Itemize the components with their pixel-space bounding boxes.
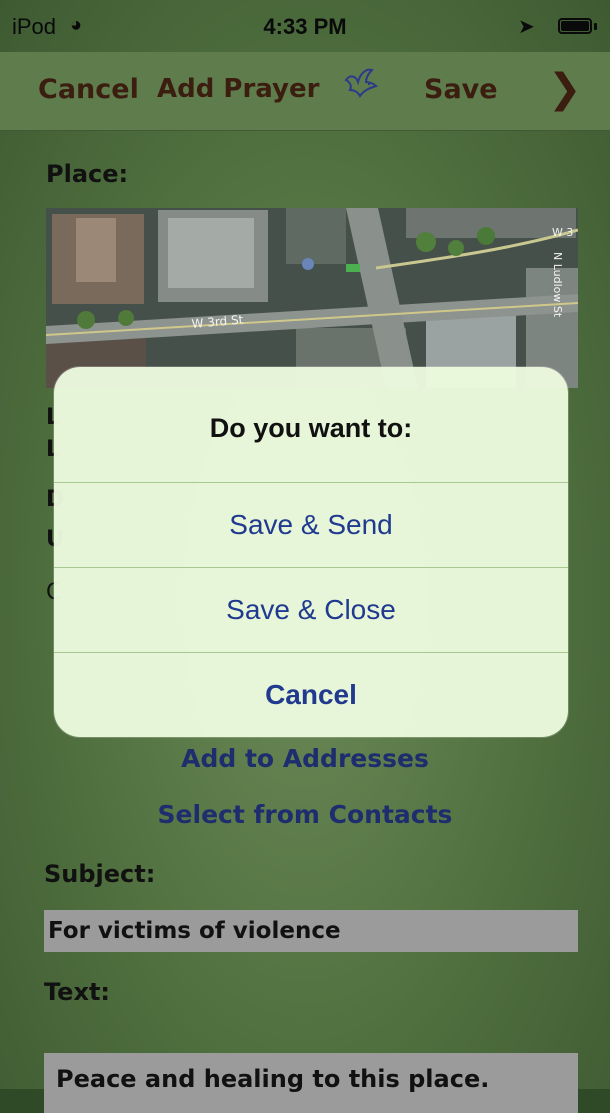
chevron-right-icon[interactable]: ❯ (548, 66, 582, 112)
map-label: W 3 (552, 226, 573, 239)
select-from-contacts-button[interactable]: Select from Contacts (0, 800, 610, 829)
save-button[interactable]: Save (424, 74, 498, 105)
cancel-button[interactable]: Cancel (38, 74, 139, 105)
save-and-send-button[interactable]: Save & Send (54, 483, 568, 567)
alert-cancel-button[interactable]: Cancel (54, 653, 568, 737)
subject-label: Subject: (44, 860, 156, 888)
save-and-close-button[interactable]: Save & Close (54, 568, 568, 652)
add-to-addresses-button[interactable]: Add to Addresses (0, 744, 610, 773)
place-map[interactable]: W 3rd St N Ludlow St W 3 (46, 208, 578, 388)
status-bar: iPod ◕ 4:33 PM ➤ (0, 0, 610, 52)
action-alert: Do you want to: Save & Send Save & Close… (54, 367, 568, 737)
battery-tip-icon (594, 23, 597, 30)
alert-title: Do you want to: (209, 413, 413, 443)
page-title: Add Prayer (157, 74, 320, 104)
dove-icon[interactable] (340, 64, 380, 104)
text-field[interactable]: Peace and healing to this place. (44, 1053, 578, 1113)
location-arrow-icon: ➤ (518, 16, 535, 38)
place-label: Place: (46, 160, 129, 188)
map-label: N Ludlow St (551, 252, 564, 318)
navigation-bar: Cancel Add Prayer Save ❯ (0, 52, 610, 131)
subject-field[interactable]: For victims of violence (44, 910, 578, 952)
text-label: Text: (44, 978, 111, 1006)
battery-icon (558, 18, 592, 34)
screen: iPod ◕ 4:33 PM ➤ Cancel Add Prayer Save … (0, 0, 610, 1113)
map-satellite: W 3rd St N Ludlow St W 3 (46, 208, 578, 388)
